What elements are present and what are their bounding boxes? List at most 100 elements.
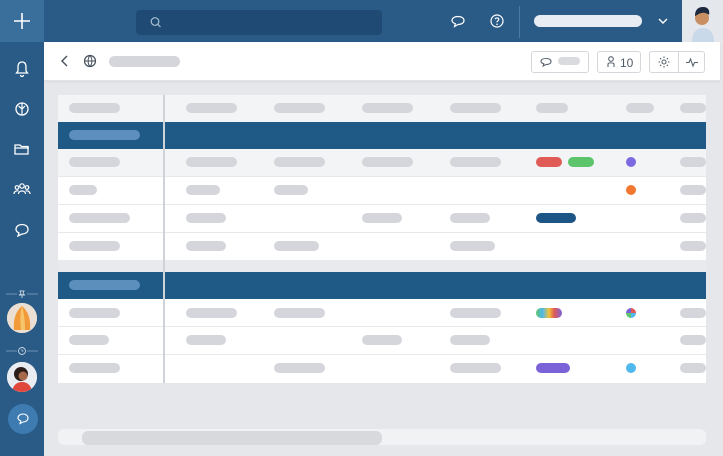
frozen-column-divider[interactable]	[163, 95, 165, 383]
column-header[interactable]	[274, 103, 325, 113]
cell	[186, 308, 237, 318]
recent-avatar[interactable]	[7, 362, 37, 392]
help-icon	[490, 14, 504, 28]
cell	[186, 241, 226, 251]
messages-button[interactable]	[448, 11, 468, 31]
chats-button[interactable]	[11, 219, 33, 241]
activity-icon	[686, 57, 698, 68]
settings-button[interactable]	[650, 52, 679, 72]
table-row[interactable]	[58, 233, 706, 261]
cell	[680, 213, 706, 223]
cell	[274, 363, 325, 373]
cell	[274, 157, 325, 167]
chat-icon	[15, 223, 29, 238]
back-button[interactable]	[56, 52, 74, 70]
column-header[interactable]	[186, 103, 237, 113]
cell	[450, 308, 501, 318]
topbar-separator	[519, 6, 520, 38]
support-chat-button[interactable]	[8, 404, 38, 434]
folders-button[interactable]	[11, 138, 33, 160]
chevron-down-icon	[658, 18, 668, 24]
search-input[interactable]	[136, 10, 382, 35]
cell	[450, 335, 490, 345]
tag[interactable]	[536, 213, 576, 223]
cell	[450, 363, 501, 373]
workspace-switcher[interactable]	[534, 15, 642, 27]
cell	[274, 241, 319, 251]
top-bar	[44, 0, 723, 42]
column-header[interactable]	[450, 103, 501, 113]
folder-icon	[14, 144, 29, 155]
group-title[interactable]	[69, 130, 140, 140]
column-header[interactable]	[536, 103, 568, 113]
status-dot[interactable]	[626, 308, 636, 318]
scrollbar-thumb[interactable]	[82, 431, 382, 445]
activity-button[interactable]	[678, 52, 706, 72]
cell	[680, 241, 706, 251]
cell	[274, 185, 308, 195]
tag[interactable]	[536, 363, 570, 373]
cell	[69, 241, 120, 251]
column-header[interactable]	[680, 103, 706, 113]
table-row[interactable]	[58, 149, 706, 177]
cell	[450, 213, 490, 223]
comment-icon	[540, 57, 552, 68]
messages-icon	[451, 15, 465, 28]
cell	[69, 308, 120, 318]
cell	[680, 363, 706, 373]
globe-icon	[83, 54, 97, 68]
column-header[interactable]	[626, 103, 654, 113]
cell	[69, 363, 120, 373]
group-header[interactable]	[58, 122, 706, 149]
help-button[interactable]	[487, 11, 507, 31]
status-dot[interactable]	[626, 157, 636, 167]
table-row[interactable]	[58, 177, 706, 205]
cell	[680, 185, 706, 195]
cell	[186, 213, 226, 223]
pin-icon	[6, 290, 38, 298]
tag[interactable]	[536, 308, 562, 318]
teams-button[interactable]	[11, 178, 33, 200]
group-header[interactable]	[58, 272, 706, 299]
cell	[186, 157, 237, 167]
notifications-button[interactable]	[11, 58, 33, 80]
pinned-divider	[6, 286, 38, 298]
add-button[interactable]	[0, 0, 44, 42]
comments-button[interactable]	[531, 51, 589, 73]
cell	[362, 157, 413, 167]
column-header[interactable]	[69, 103, 120, 113]
cell	[186, 185, 220, 195]
board-title[interactable]	[109, 56, 180, 67]
tag[interactable]	[568, 157, 594, 167]
users-icon	[13, 183, 31, 195]
cell	[362, 335, 402, 345]
group-title[interactable]	[69, 280, 140, 290]
horizontal-scrollbar[interactable]	[58, 429, 706, 445]
pinned-avatar[interactable]	[7, 303, 37, 333]
comments-count	[558, 57, 580, 65]
board-tools	[649, 51, 705, 73]
workspace-dropdown[interactable]	[656, 14, 670, 28]
cell	[680, 335, 706, 345]
visibility-indicator[interactable]	[81, 52, 99, 70]
board-header: 10	[44, 42, 720, 81]
status-dot[interactable]	[626, 363, 636, 373]
table-row[interactable]	[58, 299, 706, 327]
status-dot[interactable]	[626, 185, 636, 195]
globe-icon	[15, 102, 29, 116]
members-button[interactable]: 10	[597, 51, 641, 73]
table-row[interactable]	[58, 205, 706, 233]
explore-button[interactable]	[11, 98, 33, 120]
table-row[interactable]	[58, 327, 706, 355]
cell	[450, 241, 495, 251]
tag[interactable]	[536, 157, 562, 167]
cell	[69, 335, 109, 345]
bell-icon	[15, 61, 29, 78]
search-icon	[150, 17, 161, 28]
cell	[274, 308, 325, 318]
column-header[interactable]	[362, 103, 413, 113]
table-row[interactable]	[58, 355, 706, 383]
board-table	[58, 95, 706, 383]
user-avatar[interactable]	[682, 0, 723, 42]
plus-icon	[14, 13, 30, 29]
